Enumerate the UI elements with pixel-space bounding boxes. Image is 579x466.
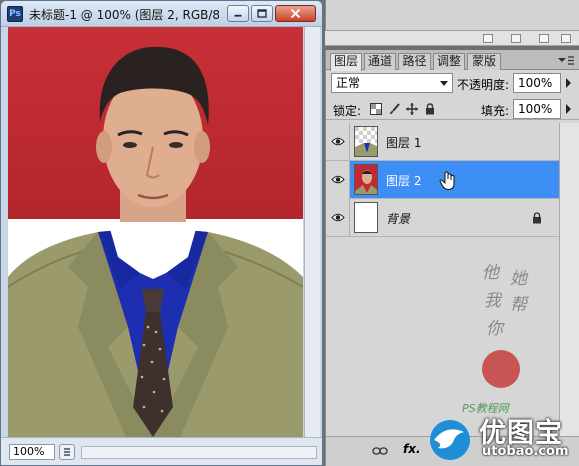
red-seal-stamp — [482, 350, 520, 388]
document-window: Ps 未标题-1 @ 100% (图层 2, RGB/8... 100% — [0, 0, 323, 466]
panel-menu-icon[interactable] — [556, 54, 576, 67]
padlock-icon — [533, 212, 541, 224]
layer-list-scrollbar[interactable] — [559, 123, 579, 436]
lock-label: 锁定: — [333, 104, 362, 118]
lock-transparency-icon[interactable] — [370, 103, 382, 115]
layer-name: 背景 — [386, 212, 411, 226]
background-thumbnail — [354, 202, 378, 233]
hand-cursor-icon — [439, 171, 455, 191]
fill-input[interactable]: 100% — [513, 99, 561, 119]
opacity-label: 不透明度: — [457, 78, 510, 92]
calligraphy-char: 帮 — [510, 295, 527, 315]
layer-1-thumbnail — [354, 126, 378, 157]
layer-name: 图层 2 — [386, 174, 422, 188]
trash-icon[interactable] — [539, 34, 549, 43]
tab-layers[interactable]: 图层 — [330, 53, 362, 71]
fill-label: 填充: — [481, 104, 510, 118]
delete-icon[interactable] — [483, 34, 493, 43]
tab-channels[interactable]: 通道 — [364, 53, 396, 70]
lock-image-brush-icon[interactable] — [388, 103, 400, 115]
bird-logo-icon — [430, 420, 470, 460]
chevron-down-icon — [440, 81, 448, 86]
calligraphy-watermark: 他 她 我 帮 你 — [470, 258, 540, 418]
photoshop-icon: Ps — [7, 6, 23, 22]
visibility-toggle[interactable] — [326, 161, 350, 199]
vertical-scrollbar[interactable] — [304, 27, 320, 437]
close-icon — [290, 8, 301, 19]
new-icon[interactable] — [511, 34, 521, 43]
panel-tabs: 图层 通道 路径 调整 蒙版 — [326, 50, 579, 71]
eye-icon — [331, 175, 345, 184]
opacity-input[interactable]: 100% — [513, 73, 561, 93]
portrait-photo — [8, 27, 303, 437]
tab-masks[interactable]: 蒙版 — [467, 53, 501, 70]
lock-position-move-icon[interactable] — [406, 103, 418, 115]
link-layers-icon[interactable] — [372, 446, 388, 456]
maximize-button[interactable] — [251, 5, 273, 22]
panel-mini-toolbar — [325, 30, 579, 46]
calligraphy-char: 我 — [484, 291, 501, 311]
layer-list: 图层 1 图层 2 背景 — [326, 123, 579, 436]
opacity-slider-arrow-icon[interactable] — [564, 78, 572, 88]
status-menu-icon[interactable] — [59, 444, 75, 460]
layer-2-thumbnail — [354, 164, 378, 195]
calligraphy-char: 她 — [510, 269, 527, 289]
calligraphy-char: 他 — [482, 263, 499, 283]
maximize-icon — [257, 9, 267, 18]
lock-options-row: 锁定: 填充: 100% — [326, 98, 579, 120]
document-title: 未标题-1 @ 100% (图层 2, RGB/8... — [29, 8, 219, 22]
blend-options-row: 正常 不透明度: 100% — [326, 71, 579, 95]
tab-adjustments[interactable]: 调整 — [433, 53, 465, 70]
document-title-bar[interactable]: Ps 未标题-1 @ 100% (图层 2, RGB/8... — [1, 1, 322, 27]
panel-options-icon[interactable] — [561, 34, 571, 43]
zoom-level-field[interactable]: 100% — [9, 444, 55, 460]
panel-dock-top — [325, 0, 579, 30]
lock-all-padlock-icon[interactable] — [424, 103, 436, 115]
close-button[interactable] — [275, 5, 316, 22]
fill-slider-arrow-icon[interactable] — [564, 104, 572, 114]
layer-row-layer-2[interactable]: 图层 2 — [326, 161, 559, 199]
layer-row-layer-1[interactable]: 图层 1 — [326, 123, 559, 161]
layers-panel: 图层 通道 路径 调整 蒙版 正常 不透明度: 100% 锁定: 填充: 100… — [325, 50, 579, 466]
domain-watermark: utobao.com — [482, 444, 569, 459]
horizontal-scrollbar[interactable] — [81, 446, 317, 459]
image-canvas[interactable] — [8, 27, 303, 437]
layer-name: 图层 1 — [386, 136, 422, 150]
layer-style-fx-button[interactable]: fx. — [403, 442, 421, 456]
blend-mode-value: 正常 — [336, 76, 361, 90]
eye-icon — [331, 137, 345, 146]
layer-row-background[interactable]: 背景 — [326, 199, 559, 237]
visibility-toggle[interactable] — [326, 123, 350, 161]
minimize-button[interactable] — [227, 5, 249, 22]
minimize-icon — [234, 14, 242, 17]
blend-mode-select[interactable]: 正常 — [331, 73, 453, 93]
document-status-bar: 100% — [1, 437, 322, 465]
visibility-toggle[interactable] — [326, 199, 350, 237]
eye-icon — [331, 213, 345, 222]
tab-paths[interactable]: 路径 — [398, 53, 431, 70]
calligraphy-char: 你 — [486, 319, 503, 339]
